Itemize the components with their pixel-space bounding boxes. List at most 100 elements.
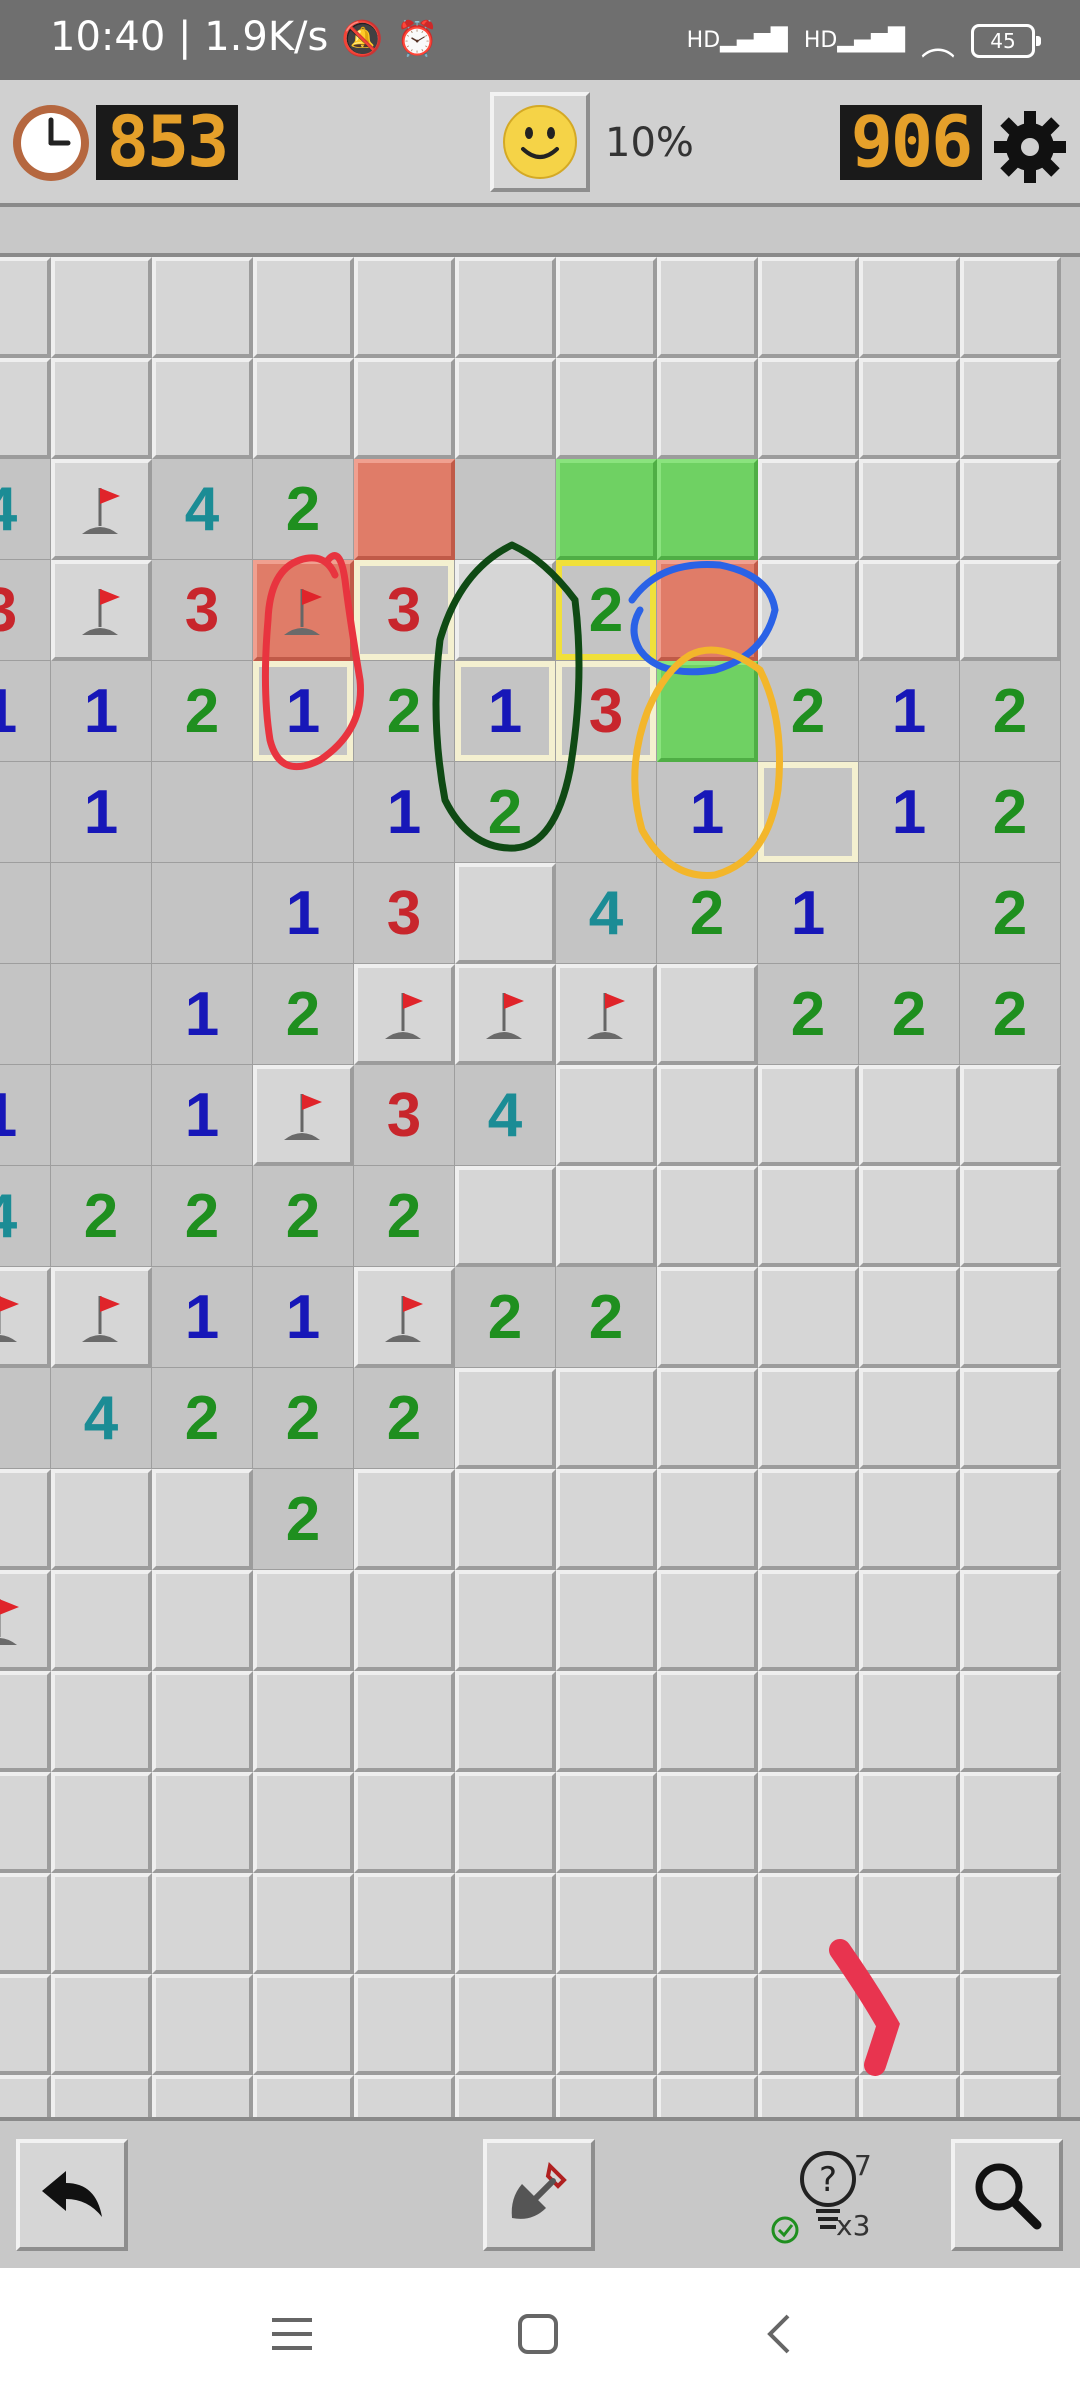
- covered-cell[interactable]: [455, 358, 556, 459]
- number-cell[interactable]: 2: [758, 964, 859, 1065]
- covered-cell[interactable]: [556, 1570, 657, 1671]
- covered-cell[interactable]: [455, 1772, 556, 1873]
- number-cell[interactable]: 2: [253, 1368, 354, 1469]
- covered-cell[interactable]: [354, 459, 455, 560]
- back-icon[interactable]: [764, 2312, 794, 2356]
- number-cell[interactable]: 1: [455, 661, 556, 762]
- covered-cell[interactable]: [960, 1065, 1061, 1166]
- number-cell[interactable]: 2: [253, 1166, 354, 1267]
- covered-cell[interactable]: [51, 257, 152, 358]
- covered-cell[interactable]: [455, 560, 556, 661]
- covered-cell[interactable]: [657, 560, 758, 661]
- flagged-cell[interactable]: [51, 1267, 152, 1368]
- covered-cell[interactable]: [253, 1570, 354, 1671]
- covered-cell[interactable]: [859, 1873, 960, 1974]
- number-cell[interactable]: 1: [253, 1267, 354, 1368]
- covered-cell[interactable]: [556, 257, 657, 358]
- number-cell[interactable]: 1: [859, 762, 960, 863]
- flagged-cell[interactable]: [455, 964, 556, 1065]
- number-cell[interactable]: 1: [758, 863, 859, 964]
- revealed-empty-cell[interactable]: [152, 762, 253, 863]
- covered-cell[interactable]: [657, 1873, 758, 1974]
- covered-cell[interactable]: [859, 1267, 960, 1368]
- revealed-empty-cell[interactable]: [556, 762, 657, 863]
- flagged-cell[interactable]: [0, 1267, 51, 1368]
- covered-cell[interactable]: [51, 1469, 152, 1570]
- covered-cell[interactable]: [859, 459, 960, 560]
- covered-cell[interactable]: [758, 1772, 859, 1873]
- covered-cell[interactable]: [152, 1772, 253, 1873]
- covered-cell[interactable]: [657, 661, 758, 762]
- covered-cell[interactable]: [657, 358, 758, 459]
- revealed-empty-cell[interactable]: [51, 1065, 152, 1166]
- gear-icon[interactable]: [990, 107, 1070, 187]
- menu-icon[interactable]: [270, 2314, 314, 2354]
- flagged-cell[interactable]: [253, 560, 354, 661]
- number-cell[interactable]: 1: [0, 661, 51, 762]
- covered-cell[interactable]: [0, 257, 51, 358]
- covered-cell[interactable]: [960, 1368, 1061, 1469]
- covered-cell[interactable]: [455, 1671, 556, 1772]
- number-cell[interactable]: 4: [0, 459, 51, 560]
- covered-cell[interactable]: [51, 358, 152, 459]
- covered-cell[interactable]: [859, 1671, 960, 1772]
- number-cell[interactable]: 1: [657, 762, 758, 863]
- number-cell[interactable]: 1: [253, 863, 354, 964]
- revealed-empty-cell[interactable]: [0, 964, 51, 1065]
- number-cell[interactable]: 1: [51, 661, 152, 762]
- flagged-cell[interactable]: [354, 1267, 455, 1368]
- covered-cell[interactable]: [859, 1166, 960, 1267]
- covered-cell[interactable]: [556, 1974, 657, 2075]
- number-cell[interactable]: 3: [152, 560, 253, 661]
- number-cell[interactable]: 1: [51, 762, 152, 863]
- covered-cell[interactable]: [657, 459, 758, 560]
- number-cell[interactable]: 1: [152, 1267, 253, 1368]
- covered-cell[interactable]: [0, 1974, 51, 2075]
- number-cell[interactable]: 1: [253, 661, 354, 762]
- hint-indicator[interactable]: ? 7 x3: [770, 2149, 880, 2249]
- covered-cell[interactable]: [556, 1469, 657, 1570]
- covered-cell[interactable]: [354, 1873, 455, 1974]
- covered-cell[interactable]: [152, 1570, 253, 1671]
- covered-cell[interactable]: [556, 1772, 657, 1873]
- covered-cell[interactable]: [354, 1671, 455, 1772]
- number-cell[interactable]: 1: [354, 762, 455, 863]
- number-cell[interactable]: 3: [556, 661, 657, 762]
- covered-cell[interactable]: [758, 257, 859, 358]
- home-icon[interactable]: [516, 2312, 560, 2356]
- covered-cell[interactable]: [253, 1772, 354, 1873]
- number-cell[interactable]: 3: [354, 863, 455, 964]
- number-cell[interactable]: 2: [455, 762, 556, 863]
- revealed-empty-cell[interactable]: [0, 863, 51, 964]
- covered-cell[interactable]: [455, 1570, 556, 1671]
- covered-cell[interactable]: [455, 1368, 556, 1469]
- covered-cell[interactable]: [455, 1166, 556, 1267]
- covered-cell[interactable]: [758, 1974, 859, 2075]
- zoom-button[interactable]: [951, 2139, 1063, 2251]
- covered-cell[interactable]: [960, 358, 1061, 459]
- number-cell[interactable]: 2: [960, 964, 1061, 1065]
- number-cell[interactable]: 1: [152, 1065, 253, 1166]
- covered-cell[interactable]: [657, 1671, 758, 1772]
- number-cell[interactable]: 2: [253, 459, 354, 560]
- covered-cell[interactable]: [657, 1570, 758, 1671]
- covered-cell[interactable]: [556, 1166, 657, 1267]
- number-cell[interactable]: 1: [0, 1065, 51, 1166]
- number-cell[interactable]: 2: [354, 661, 455, 762]
- flagged-cell[interactable]: [51, 459, 152, 560]
- covered-cell[interactable]: [859, 1368, 960, 1469]
- covered-cell[interactable]: [758, 560, 859, 661]
- covered-cell[interactable]: [556, 1873, 657, 1974]
- number-cell[interactable]: 2: [859, 964, 960, 1065]
- covered-cell[interactable]: [152, 1974, 253, 2075]
- smiley-button[interactable]: [490, 92, 590, 192]
- undo-button[interactable]: [16, 2139, 128, 2251]
- number-cell[interactable]: 3: [354, 560, 455, 661]
- covered-cell[interactable]: [758, 1267, 859, 1368]
- covered-cell[interactable]: [152, 1671, 253, 1772]
- covered-cell[interactable]: [859, 1570, 960, 1671]
- flagged-cell[interactable]: [51, 560, 152, 661]
- covered-cell[interactable]: [0, 1671, 51, 1772]
- covered-cell[interactable]: [152, 1469, 253, 1570]
- covered-cell[interactable]: [556, 459, 657, 560]
